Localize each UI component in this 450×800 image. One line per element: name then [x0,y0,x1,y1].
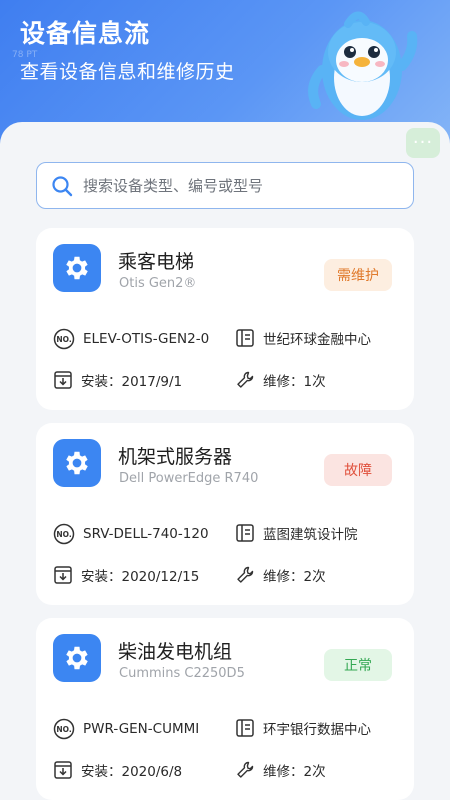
install-date-row: 安装：2020/6/8 [53,760,182,780]
device-icon [53,634,101,682]
search-bar[interactable] [36,162,414,209]
search-icon [52,175,73,196]
device-code-row: NO. PWR-GEN-CUMMI [53,718,199,740]
device-location-row: 环宇银行数据中心 [235,718,371,738]
page-subtitle: 查看设备信息和维修历史 [20,61,235,83]
install-icon [54,566,72,584]
device-location-row: 世纪环球金融中心 [235,328,371,348]
repair-count-row: 维修：2次 [235,760,326,780]
page-title: 设备信息流 [20,19,151,48]
device-icon [53,244,101,292]
device-code-row: NO. SRV-DELL-740-120 [53,523,209,545]
wrench-icon [237,371,254,388]
device-model: Otis Gen2® [119,276,197,291]
install-icon [54,371,72,389]
wrench-icon [237,566,254,583]
status-badge: 故障 [324,454,392,486]
gear-icon [66,451,88,475]
repair-count: 维修：2次 [263,569,326,585]
device-card[interactable]: 机架式服务器 Dell PowerEdge R740 故障 NO. SRV-DE… [36,423,414,605]
device-card[interactable]: 乘客电梯 Otis Gen2® 需维护 NO. ELEV-OTIS-GEN2-0… [36,228,414,410]
device-location: 蓝图建筑设计院 [263,527,358,543]
more-options-button[interactable]: ··· [406,128,440,158]
serial-number-icon: NO. [53,718,75,740]
device-icon [53,439,101,487]
svg-text:NO.: NO. [56,335,71,344]
device-location: 世纪环球金融中心 [263,332,371,348]
repair-count: 维修：2次 [263,764,326,780]
device-name: 柴油发电机组 [118,641,233,663]
install-date: 安装：2020/12/15 [81,569,200,585]
building-icon [236,329,254,347]
building-icon [236,524,254,542]
device-code: SRV-DELL-740-120 [83,526,209,542]
gear-icon [66,256,88,280]
device-card[interactable]: 柴油发电机组 Cummins C2250D5 正常 NO. PWR-GEN-CU… [36,618,414,800]
device-name: 乘客电梯 [118,251,195,273]
building-icon [236,719,254,737]
wrench-icon [237,761,254,778]
gear-icon [66,646,88,670]
repair-count-row: 维修：1次 [235,370,326,390]
repair-count: 维修：1次 [263,374,326,390]
install-date-row: 安装：2017/9/1 [53,370,182,390]
device-name: 机架式服务器 [118,446,233,468]
status-badge: 需维护 [324,259,392,291]
search-input[interactable] [83,176,383,195]
serial-number-icon: NO. [53,328,75,350]
svg-text:NO.: NO. [56,530,71,539]
device-model: Dell PowerEdge R740 [119,471,259,486]
install-date: 安装：2017/9/1 [81,374,183,390]
serial-number-icon: NO. [53,523,75,545]
install-date: 安装：2020/6/8 [81,764,183,780]
install-icon [54,761,72,779]
svg-text:NO.: NO. [56,725,71,734]
device-code: PWR-GEN-CUMMI [83,721,200,737]
repair-count-row: 维修：2次 [235,565,326,585]
device-model: Cummins C2250D5 [119,666,245,681]
penguin-mascot-icon [308,11,418,120]
status-badge: 正常 [324,649,392,681]
device-location: 环宇银行数据中心 [263,722,371,738]
device-location-row: 蓝图建筑设计院 [235,523,358,543]
install-date-row: 安装：2020/12/15 [53,565,199,585]
device-code-row: NO. ELEV-OTIS-GEN2-0 [53,328,209,350]
device-code: ELEV-OTIS-GEN2-0 [83,331,210,347]
